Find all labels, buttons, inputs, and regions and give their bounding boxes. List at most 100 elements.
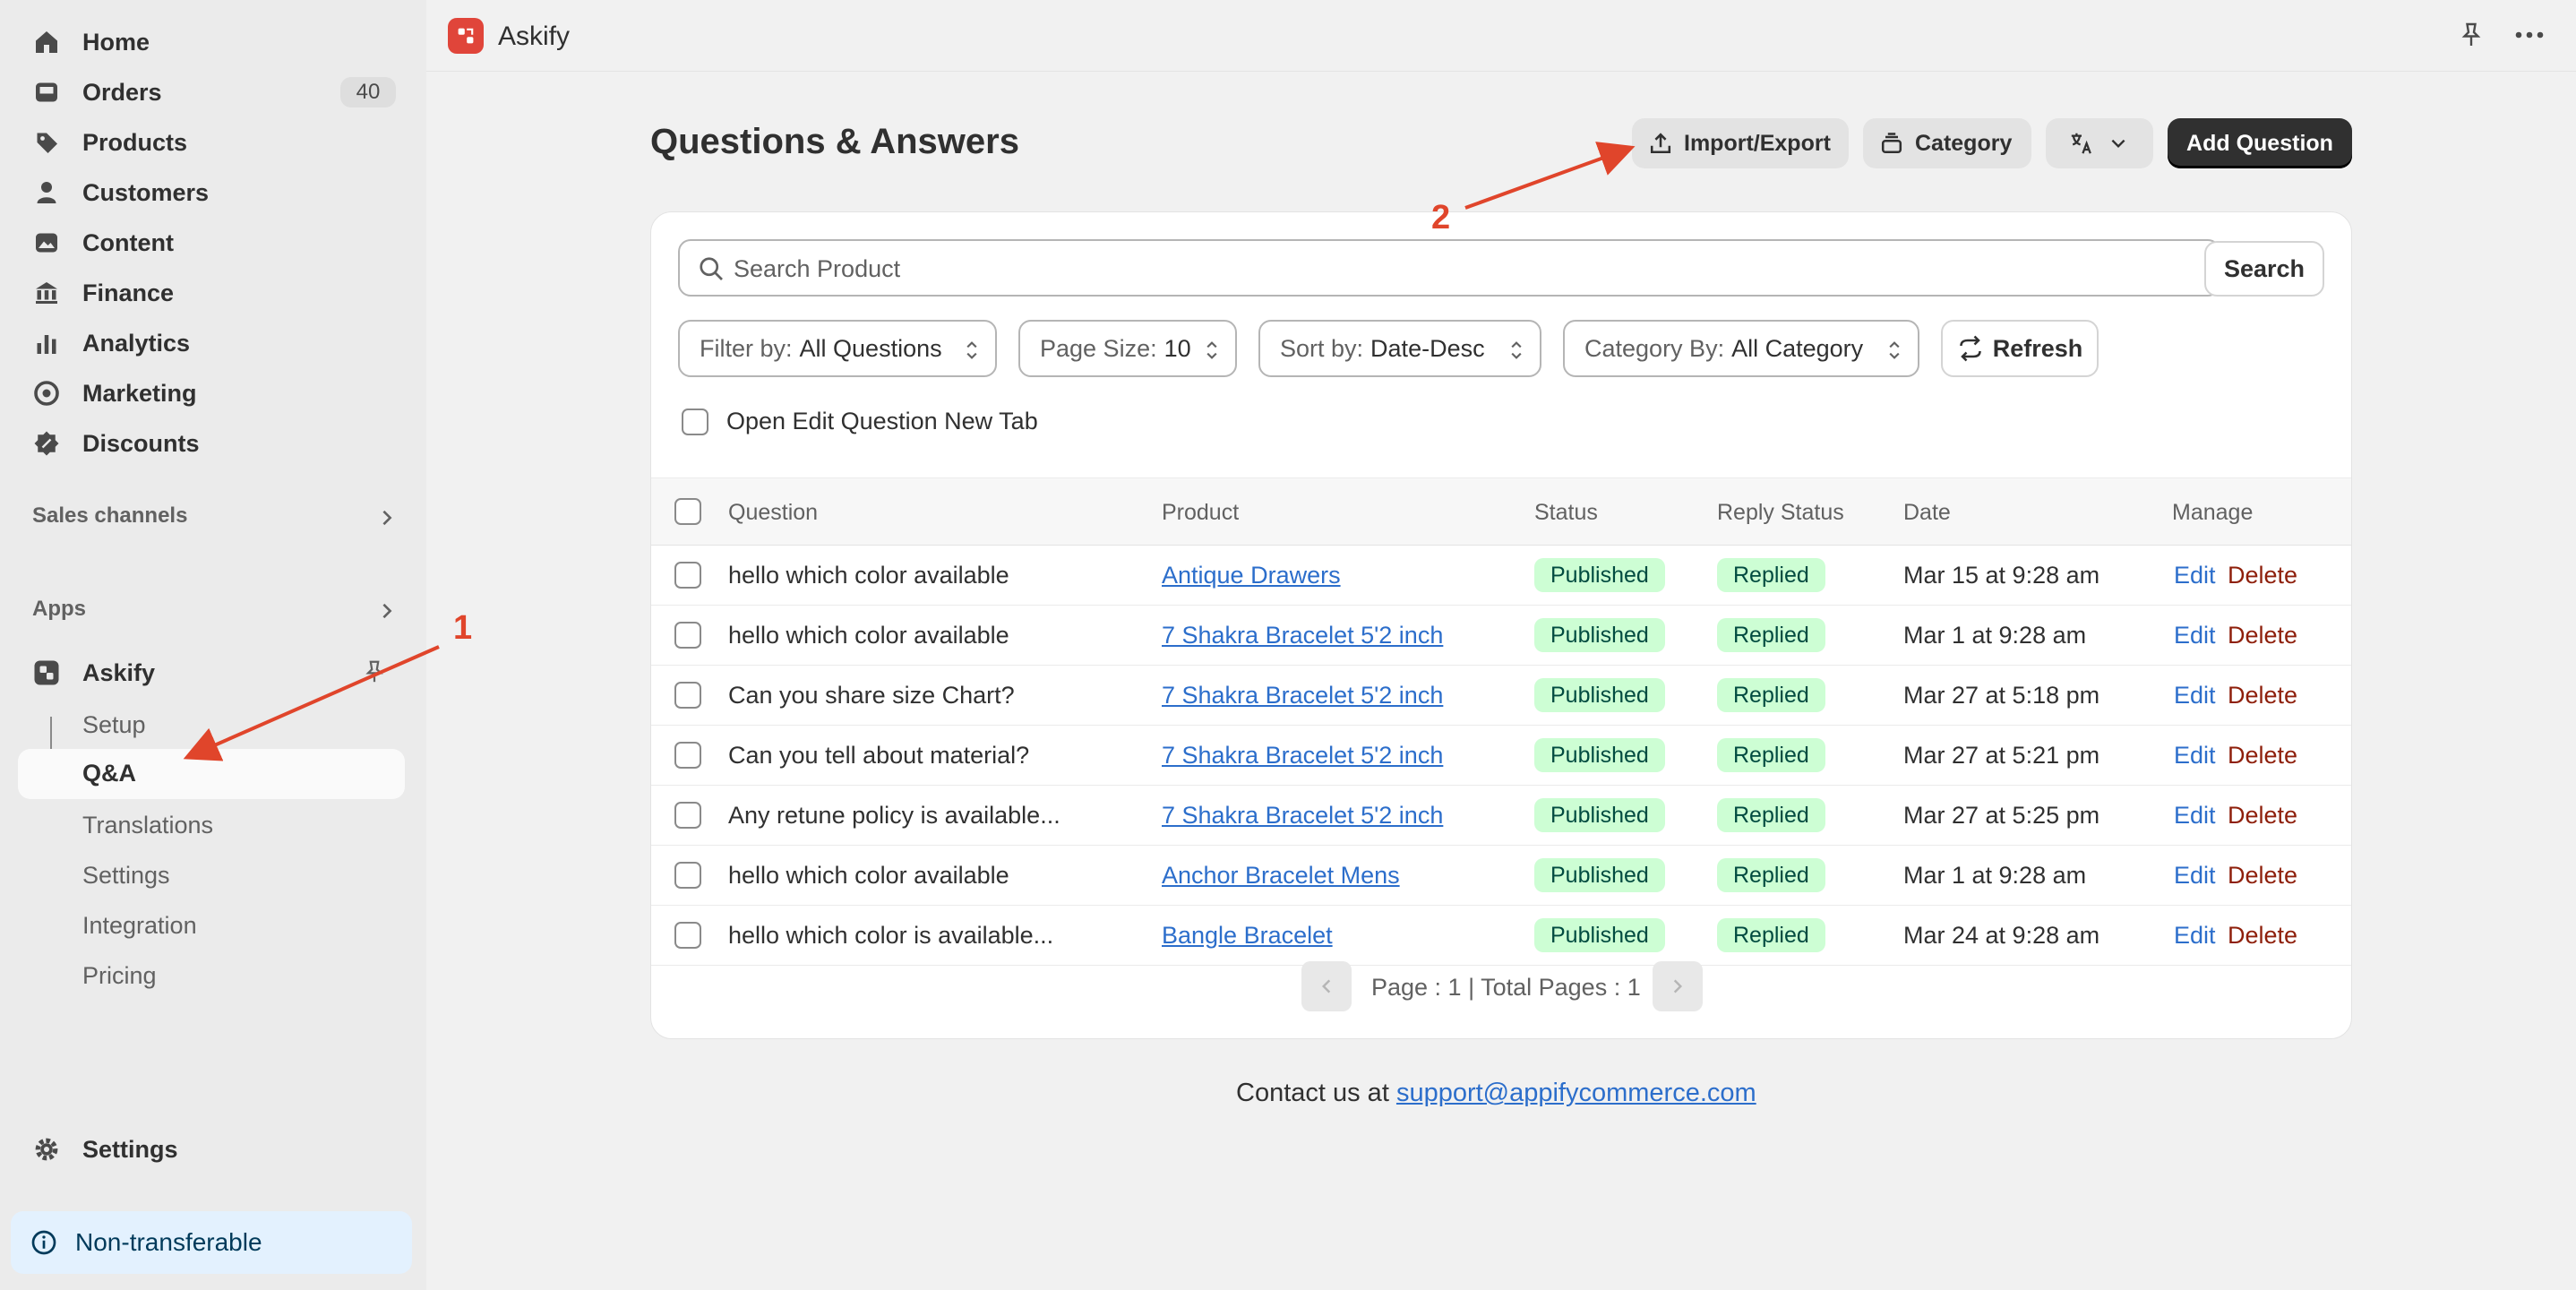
edit-link[interactable]: Edit — [2174, 802, 2216, 830]
product-link[interactable]: 7 Shakra Bracelet 5'2 inch — [1162, 682, 1443, 710]
search-field[interactable] — [678, 239, 2220, 297]
sidebar-item-integration[interactable]: Integration — [82, 912, 197, 940]
status-badge: Published — [1534, 618, 1665, 652]
sidebar-item-translations[interactable]: Translations — [82, 812, 213, 839]
add-question-button[interactable]: Add Question — [2168, 118, 2352, 168]
next-page-button[interactable] — [1653, 961, 1703, 1011]
delete-link[interactable]: Delete — [2228, 742, 2297, 770]
nav-finance[interactable]: Finance — [18, 271, 405, 315]
orders-count-badge: 40 — [340, 77, 396, 108]
delete-link[interactable]: Delete — [2228, 622, 2297, 649]
refresh-button[interactable]: Refresh — [1941, 320, 2099, 377]
product-link[interactable]: 7 Shakra Bracelet 5'2 inch — [1162, 802, 1443, 830]
reply-status-badge: Replied — [1717, 858, 1825, 892]
nav-content[interactable]: Content — [18, 220, 405, 265]
sidebar-item-settings[interactable]: Settings — [82, 862, 170, 890]
edit-link[interactable]: Edit — [2174, 922, 2216, 950]
prev-page-button[interactable] — [1301, 961, 1352, 1011]
table-row[interactable]: hello which color available Anchor Bracel… — [651, 846, 2351, 906]
nav-discounts[interactable]: Discounts — [18, 421, 405, 466]
delete-link[interactable]: Delete — [2228, 562, 2297, 589]
non-transferable-banner[interactable]: Non-transferable — [11, 1211, 412, 1274]
category-by-select[interactable]: Category By: All Category — [1563, 320, 1919, 377]
table-row[interactable]: Can you tell about material? 7 Shakra Bra… — [651, 726, 2351, 786]
edit-link[interactable]: Edit — [2174, 742, 2216, 770]
edit-link[interactable]: Edit — [2174, 862, 2216, 890]
person-icon — [32, 178, 61, 207]
refresh-icon — [1959, 335, 1981, 362]
product-link[interactable]: Bangle Bracelet — [1162, 922, 1333, 950]
chevron-right-icon[interactable] — [376, 600, 398, 622]
product-link[interactable]: Antique Drawers — [1162, 562, 1341, 589]
reply-status-badge: Replied — [1717, 678, 1825, 712]
edit-link[interactable]: Edit — [2174, 562, 2216, 589]
discount-icon — [32, 429, 61, 458]
row-checkbox[interactable] — [674, 862, 701, 889]
question-cell: Can you tell about material? — [728, 742, 1030, 769]
askify-app-icon — [32, 658, 61, 687]
product-link[interactable]: 7 Shakra Bracelet 5'2 inch — [1162, 742, 1443, 770]
sidebar-item-pricing[interactable]: Pricing — [82, 962, 157, 990]
contact-line: Contact us at support@appifycommerce.com — [1236, 1079, 1756, 1107]
nav-home[interactable]: Home — [18, 20, 405, 64]
table-row[interactable]: Can you share size Chart? 7 Shakra Bracel… — [651, 666, 2351, 726]
delete-link[interactable]: Delete — [2228, 862, 2297, 890]
pin-icon[interactable] — [362, 659, 387, 684]
status-badge: Published — [1534, 918, 1665, 952]
date-cell: Mar 15 at 9:28 am — [1903, 562, 2100, 589]
question-cell: hello which color is available... — [728, 922, 1054, 949]
pin-icon[interactable] — [2458, 22, 2485, 48]
row-checkbox[interactable] — [674, 922, 701, 949]
nav-marketing[interactable]: Marketing — [18, 371, 405, 416]
chevron-left-icon — [1321, 979, 1331, 993]
table-row[interactable]: Any retune policy is available... 7 Shakr… — [651, 786, 2351, 846]
annotation-number-2: 2 — [1431, 199, 1451, 236]
edit-link[interactable]: Edit — [2174, 682, 2216, 710]
column-product: Product — [1162, 500, 1240, 525]
support-email-link[interactable]: support@appifycommerce.com — [1396, 1079, 1756, 1107]
sidebar-item-setup[interactable]: Setup — [82, 711, 146, 739]
delete-link[interactable]: Delete — [2228, 922, 2297, 950]
info-icon — [31, 1230, 56, 1255]
nav-customers[interactable]: Customers — [18, 170, 405, 215]
open-edit-new-tab-checkbox[interactable] — [682, 408, 708, 435]
row-checkbox[interactable] — [674, 802, 701, 829]
import-export-button[interactable]: Import/Export — [1632, 118, 1849, 168]
table-row[interactable]: hello which color available Antique Drawe… — [651, 546, 2351, 606]
app-title: Askify — [498, 22, 571, 51]
search-button[interactable]: Search — [2204, 241, 2324, 297]
filter-by-select[interactable]: Filter by: All Questions — [678, 320, 997, 377]
row-checkbox[interactable] — [674, 562, 701, 589]
product-link[interactable]: Anchor Bracelet Mens — [1162, 862, 1400, 890]
chevron-right-icon[interactable] — [376, 507, 398, 529]
select-all-checkbox[interactable] — [674, 498, 701, 525]
apps-label[interactable]: Apps — [32, 597, 86, 622]
nav-analytics[interactable]: Analytics — [18, 321, 405, 366]
row-checkbox[interactable] — [674, 682, 701, 709]
nav-products[interactable]: Products — [18, 120, 405, 165]
table-row[interactable]: hello which color available 7 Shakra Brac… — [651, 606, 2351, 666]
category-button[interactable]: Category — [1863, 118, 2031, 168]
delete-link[interactable]: Delete — [2228, 802, 2297, 830]
askify-logo-icon — [448, 18, 484, 54]
nav-settings[interactable]: Settings — [18, 1127, 405, 1172]
search-input[interactable] — [734, 252, 2167, 286]
edit-link[interactable]: Edit — [2174, 622, 2216, 649]
table-header: Question Product Status Reply Status Dat… — [651, 477, 2351, 546]
table-row[interactable]: hello which color is available... Bangle … — [651, 906, 2351, 966]
row-checkbox[interactable] — [674, 622, 701, 649]
open-edit-new-tab-option[interactable]: Open Edit Question New Tab — [682, 408, 1038, 435]
product-link[interactable]: 7 Shakra Bracelet 5'2 inch — [1162, 622, 1443, 649]
status-badge: Published — [1534, 558, 1665, 592]
nav-orders[interactable]: Orders 40 — [18, 70, 405, 115]
page-size-select[interactable]: Page Size: 10 — [1018, 320, 1237, 377]
sidebar-item-qa[interactable]: Q&A — [18, 749, 405, 799]
delete-link[interactable]: Delete — [2228, 682, 2297, 710]
more-options-icon[interactable] — [2513, 22, 2546, 48]
language-menu-button[interactable] — [2046, 118, 2153, 168]
sort-by-select[interactable]: Sort by: Date-Desc — [1258, 320, 1541, 377]
sales-channels-label[interactable]: Sales channels — [32, 503, 187, 529]
select-arrows-icon — [1511, 341, 1522, 359]
row-checkbox[interactable] — [674, 742, 701, 769]
nav-app-askify[interactable]: Askify — [18, 650, 405, 695]
